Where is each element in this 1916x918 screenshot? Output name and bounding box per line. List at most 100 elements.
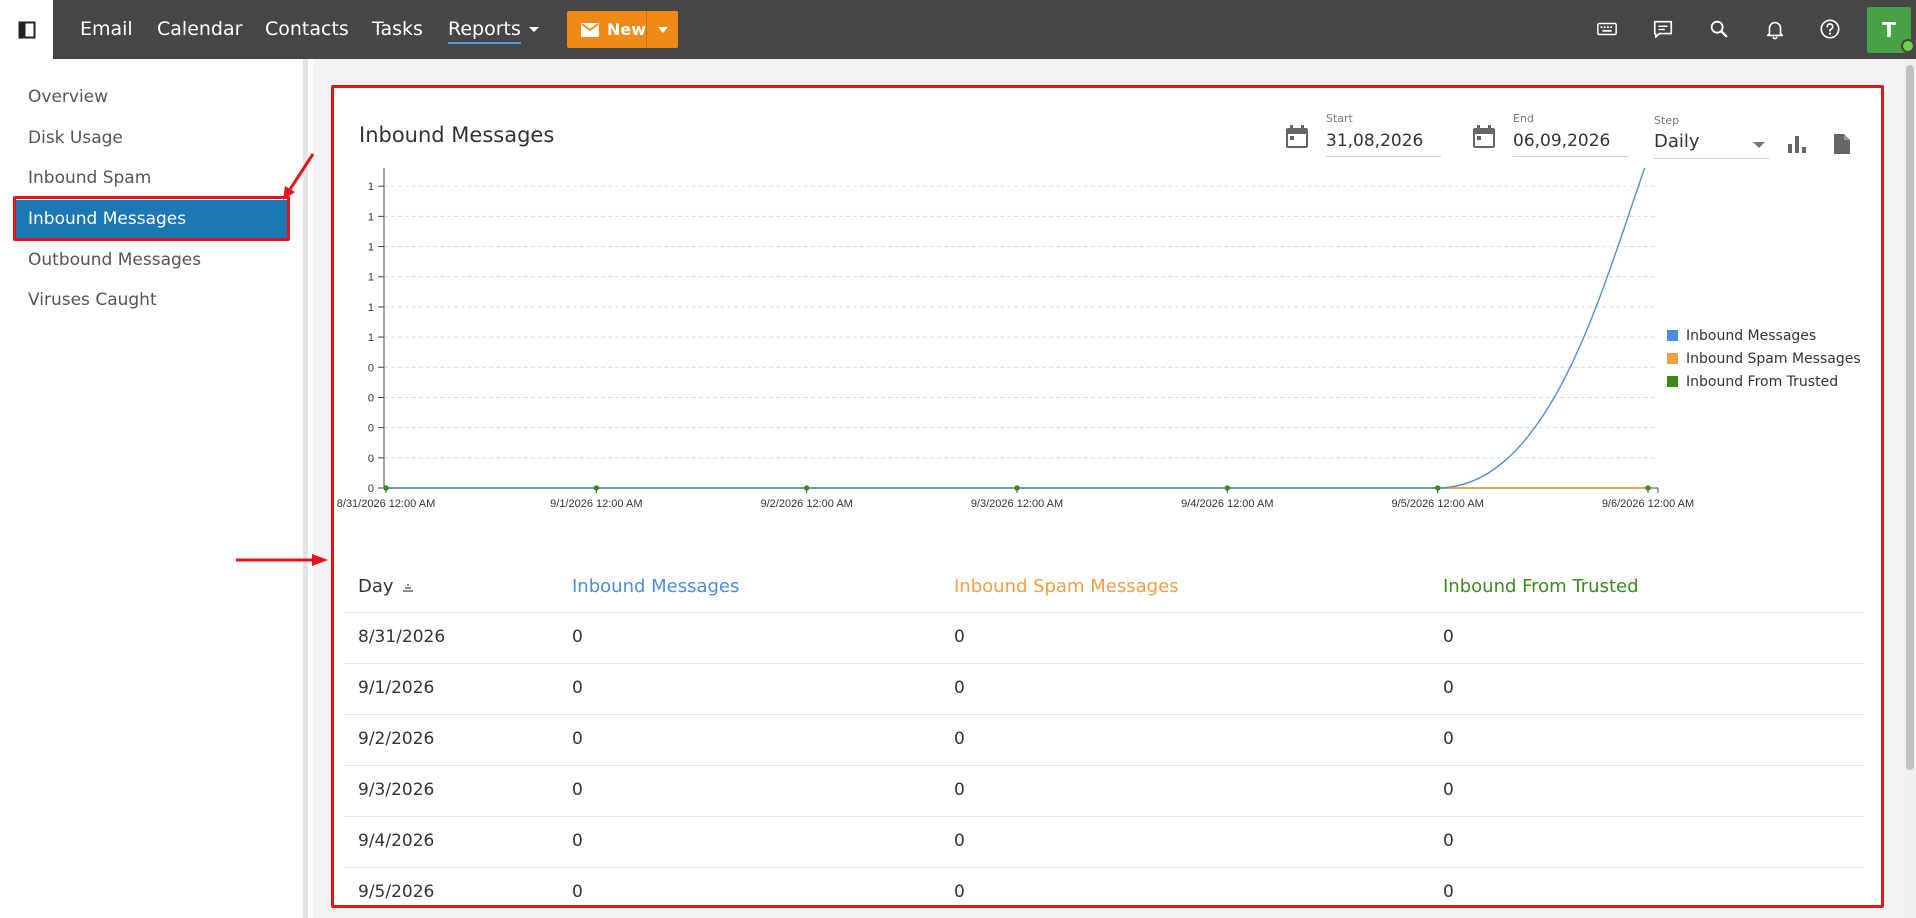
- annotation-arrow: [236, 554, 328, 566]
- legend-item[interactable]: Inbound From Trusted: [1667, 370, 1861, 393]
- sidebar-item-inbound-spam[interactable]: Inbound Spam: [16, 159, 288, 197]
- document-icon: [1834, 134, 1850, 154]
- data-point: [1014, 485, 1020, 491]
- sidebar-item-outbound-messages[interactable]: Outbound Messages: [16, 241, 288, 279]
- nav-calendar[interactable]: Calendar: [157, 0, 242, 59]
- x-tick-label: 9/4/2026 12:00 AM: [1181, 498, 1273, 510]
- nav-reports[interactable]: Reports: [448, 0, 539, 59]
- report-title: Inbound Messages: [359, 123, 555, 147]
- keyboard-icon: [1597, 22, 1617, 36]
- table-cell: 0: [954, 627, 965, 647]
- table-cell: 9/5/2026: [358, 882, 435, 902]
- y-tick-label: 1: [368, 302, 374, 314]
- sidebar-toggle-button[interactable]: [0, 0, 53, 59]
- y-tick-label: 0: [368, 453, 374, 465]
- legend-swatch: [1667, 376, 1678, 387]
- step-value: Daily: [1654, 129, 1769, 159]
- new-dropdown-button[interactable]: [647, 11, 678, 48]
- chevron-down-icon: [657, 26, 668, 33]
- column-header-inbound-from-trusted[interactable]: Inbound From Trusted: [1443, 576, 1639, 597]
- x-tick-label: 9/3/2026 12:00 AM: [971, 498, 1063, 510]
- inbound-messages-chart: 0000011111118/31/2026 12:00 AM9/1/2026 1…: [337, 168, 1694, 510]
- sidebar-item-overview[interactable]: Overview: [16, 78, 288, 116]
- legend-label: Inbound Spam Messages: [1686, 350, 1861, 367]
- annotation-arrow: [283, 153, 315, 200]
- column-header-inbound-spam-messages[interactable]: Inbound Spam Messages: [954, 576, 1179, 597]
- column-header-inbound-messages[interactable]: Inbound Messages: [572, 576, 739, 597]
- chart-toggle-button[interactable]: [1783, 130, 1811, 158]
- table-cell: 0: [1443, 729, 1454, 749]
- search-icon: [1710, 20, 1728, 38]
- keyboard-shortcuts-button[interactable]: [1592, 14, 1622, 44]
- y-tick-label: 0: [368, 483, 374, 495]
- chat-icon: [1653, 20, 1673, 39]
- table-row: 8/31/2026 0 0 0: [344, 613, 1863, 664]
- legend-label: Inbound From Trusted: [1686, 373, 1839, 390]
- end-date-input[interactable]: 06,09,2026: [1513, 129, 1628, 157]
- y-tick-label: 0: [368, 423, 374, 435]
- report-panel: Inbound Messages Start 31,08,2026 End 06…: [331, 85, 1884, 908]
- table-row: 9/5/2026 0 0 0: [344, 868, 1863, 905]
- annotation-highlight-sidebar: [13, 196, 290, 241]
- calendar-icon: [1473, 125, 1495, 148]
- new-main-button[interactable]: New: [567, 11, 647, 48]
- search-button[interactable]: [1704, 14, 1734, 44]
- table-header-row: Day Inbound Messages Inbound Spam Messag…: [344, 556, 1863, 613]
- new-button[interactable]: New: [567, 11, 678, 48]
- legend-label: Inbound Messages: [1686, 327, 1817, 344]
- nav-email[interactable]: Email: [80, 0, 133, 59]
- export-button[interactable]: [1828, 130, 1856, 158]
- legend-swatch: [1667, 330, 1678, 341]
- y-tick-label: 1: [368, 181, 374, 193]
- legend-item[interactable]: Inbound Spam Messages: [1667, 347, 1861, 370]
- legend-item[interactable]: Inbound Messages: [1667, 324, 1861, 347]
- sidebar-item-disk-usage[interactable]: Disk Usage: [16, 119, 288, 157]
- column-header-label: Day: [358, 576, 394, 597]
- main-scrollbar[interactable]: [1904, 59, 1916, 918]
- nav-tasks[interactable]: Tasks: [372, 0, 423, 59]
- calendar-icon: [1286, 125, 1308, 148]
- y-tick-label: 1: [368, 242, 374, 254]
- reports-sidebar: Overview Disk Usage Inbound Spam Inbound…: [0, 59, 308, 918]
- scrollbar-thumb[interactable]: [1906, 65, 1914, 770]
- nav-contacts[interactable]: Contacts: [265, 0, 349, 59]
- chevron-down-icon: [528, 27, 539, 32]
- table-cell: 0: [572, 678, 583, 698]
- notifications-button[interactable]: [1760, 14, 1790, 44]
- y-tick-label: 1: [368, 211, 374, 223]
- x-tick-label: 8/31/2026 12:00 AM: [337, 498, 435, 510]
- data-point: [804, 485, 810, 491]
- step-select[interactable]: Step Daily: [1654, 108, 1769, 159]
- end-date-field[interactable]: End 06,09,2026: [1472, 108, 1642, 158]
- avatar-initial: T: [1882, 18, 1896, 42]
- table-cell: 0: [954, 780, 965, 800]
- help-button[interactable]: [1815, 14, 1845, 44]
- table-cell: 0: [1443, 780, 1454, 800]
- table-cell: 9/2/2026: [358, 729, 435, 749]
- table-cell: 0: [572, 831, 583, 851]
- help-icon: [1820, 19, 1840, 39]
- column-header-day[interactable]: Day: [358, 576, 414, 597]
- table-row: 9/2/2026 0 0 0: [344, 715, 1863, 766]
- user-avatar[interactable]: T: [1867, 7, 1915, 53]
- table-body: 8/31/2026 0 0 0 9/1/2026 0 0 0 9/2/2026 0 0 0 9/3/20…: [344, 613, 1863, 905]
- table-cell: 9/3/2026: [358, 780, 435, 800]
- y-tick-label: 1: [368, 272, 374, 284]
- chat-button[interactable]: [1648, 14, 1678, 44]
- x-tick-label: 9/2/2026 12:00 AM: [760, 498, 852, 510]
- table-cell: 0: [954, 729, 965, 749]
- table-cell: 0: [1443, 882, 1454, 902]
- nav-reports-label: Reports: [448, 18, 521, 44]
- chart-legend: Inbound Messages Inbound Spam Messages I…: [1667, 324, 1861, 393]
- start-date-input[interactable]: 31,08,2026: [1326, 129, 1441, 157]
- start-date-label: Start: [1326, 112, 1353, 125]
- sort-ascending-icon: [402, 584, 413, 592]
- table-cell: 0: [954, 831, 965, 851]
- table-row: 9/3/2026 0 0 0: [344, 766, 1863, 817]
- table-cell: 8/31/2026: [358, 627, 446, 647]
- table-cell: 9/1/2026: [358, 678, 435, 698]
- sidebar-item-viruses-caught[interactable]: Viruses Caught: [16, 281, 288, 319]
- data-point: [1435, 485, 1441, 491]
- x-tick-label: 9/6/2026 12:00 AM: [1602, 498, 1694, 510]
- start-date-field[interactable]: Start 31,08,2026: [1285, 108, 1455, 158]
